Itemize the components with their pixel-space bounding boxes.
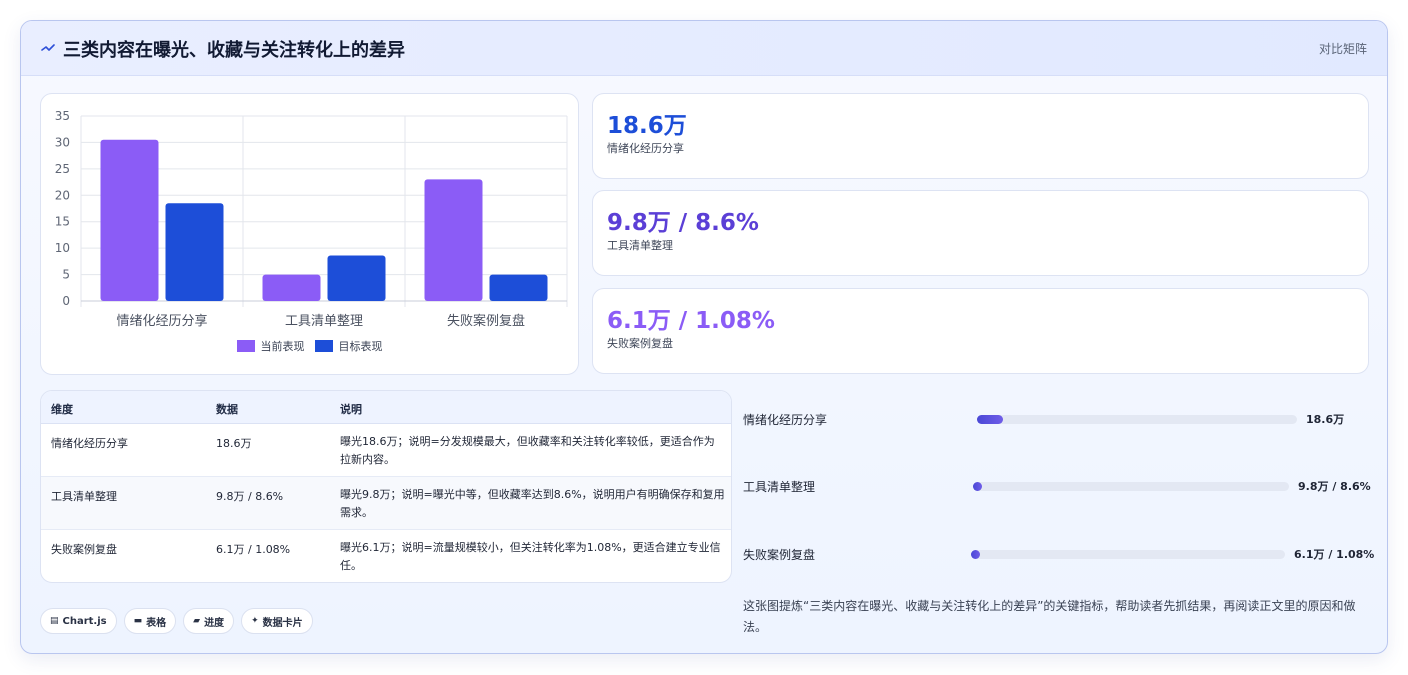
bar-target [489,274,548,301]
progress-value: 6.1万 / 1.08% [1294,548,1375,561]
progress-label: 失败案例复盘 [743,548,816,562]
bar-current [424,179,483,301]
stat-label: 失败案例复盘 [607,337,673,350]
progress-label: 工具清单整理 [743,480,816,494]
y-tick-label: 5 [62,268,70,282]
cell-note: 曝光9.8万；说明=曝光中等，但收藏率达到8.6%，说明用户有明确保存和复用需求… [340,488,725,519]
progress-track [971,550,1285,559]
chip-progress[interactable]: ▰ 进度 [183,608,235,634]
chip-chartjs[interactable]: ▤ Chart.js [40,608,117,634]
stat-value: 6.1万 / 1.08% [607,308,775,334]
stat-label: 工具清单整理 [607,239,673,252]
feature-chips: ▤ Chart.js ▬ 表格 ▰ 进度 ✦ 数据卡片 [40,608,313,634]
table-row: 情绪化经历分享 18.6万 曝光18.6万；说明=分发规模最大，但收藏率和关注转… [41,424,731,477]
cell-note: 曝光18.6万；说明=分发规模最大，但收藏率和关注转化率较低，更适合作为拉新内容… [340,435,715,466]
legend-item-current[interactable]: 当前表现 [236,338,305,354]
progress-fill [973,482,983,491]
y-tick-label: 10 [55,241,70,255]
comparison-card: 三类内容在曝光、收藏与关注转化上的差异 对比矩阵 0 5 10 15 20 25 30 35 情… [20,20,1388,654]
progress-value: 9.8万 / 8.6% [1298,480,1371,493]
stat-value: 9.8万 / 8.6% [607,210,759,236]
table-icon: ▬ [133,616,143,626]
progress-row-failure: 失败案例复盘 6.1万 / 1.08% [743,544,1374,564]
progress-fill [977,415,1003,424]
cell-data: 6.1万 / 1.08% [216,543,291,556]
x-tick-label: 情绪化经历分享 [116,313,207,329]
chip-data-card[interactable]: ✦ 数据卡片 [241,608,313,634]
chip-label: 进度 [204,617,225,629]
sparkle-icon: ✦ [251,616,259,626]
progress-value: 18.6万 [1306,413,1345,426]
sparkline-icon [41,44,55,51]
cell-dimension: 情绪化经历分享 [51,437,128,450]
bar-current [100,139,159,301]
progress-icon: ▰ [193,616,201,626]
description-text: 这张图提炼“三类内容在曝光、收藏与关注转化上的差异”的关键指标，帮助读者先抓结果… [743,599,1356,634]
bar-target [165,203,224,301]
progress-track [977,415,1297,424]
y-tick-label: 20 [55,188,70,202]
legend-label-current: 当前表现 [260,340,305,353]
bar-target [327,255,386,301]
y-tick-label: 35 [55,109,70,123]
x-tick-label: 工具清单整理 [285,314,363,329]
progress-fill [971,550,981,559]
legend-label-target: 目标表现 [338,340,383,353]
progress-label: 情绪化经历分享 [743,413,828,427]
legend-item-target[interactable]: 目标表现 [314,338,383,354]
col-header-dimension: 维度 [51,403,73,416]
matrix-label: 对比矩阵 [1318,42,1367,56]
cell-dimension: 工具清单整理 [51,490,117,503]
bar-current [262,274,321,301]
progress-track [973,482,1289,491]
col-header-data: 数据 [216,403,238,416]
y-tick-label: 25 [55,162,70,176]
x-tick-label: 失败案例复盘 [447,313,525,329]
chip-label: 数据卡片 [262,617,303,629]
y-tick-label: 0 [62,294,70,308]
legend-swatch-target [314,340,333,352]
chip-table[interactable]: ▬ 表格 [123,608,177,634]
card-title: 三类内容在曝光、收藏与关注转化上的差异 [63,40,405,61]
cell-data: 18.6万 [216,437,252,450]
bar-chart: 0 5 10 15 20 25 30 35 情绪化经历分享 工具清单整理 失败案例复盘 [55,109,568,329]
table-header: 维度 数据 说明 [41,391,731,424]
cell-note: 曝光6.1万；说明=流量规模较小，但关注转化率为1.08%，更适合建立专业信任。 [340,541,721,572]
table-row: 失败案例复盘 6.1万 / 1.08% 曝光6.1万；说明=流量规模较小，但关注… [41,530,731,582]
chip-label: 表格 [146,617,167,629]
cell-data: 9.8万 / 8.6% [216,490,284,503]
stat-card-emotional: 18.6万 情绪化经历分享 [592,93,1369,179]
cell-dimension: 失败案例复盘 [51,543,117,556]
chart-legend: 当前表现 目标表现 [41,338,578,354]
stat-card-tools: 9.8万 / 8.6% 工具清单整理 [592,190,1369,276]
y-tick-label: 30 [55,135,70,149]
legend-swatch-current [236,340,255,352]
col-header-note: 说明 [340,403,362,416]
y-tick-label: 15 [55,215,70,229]
bar-chart-panel: 0 5 10 15 20 25 30 35 情绪化经历分享 工具清单整理 失败案例复盘 当前表现 目… [40,93,579,375]
progress-row-emotional: 情绪化经历分享 18.6万 [743,409,1369,429]
chart-icon: ▤ [50,616,59,626]
chip-label: Chart.js [62,615,107,627]
stat-card-failure: 6.1万 / 1.08% 失败案例复盘 [592,288,1369,374]
stat-value: 18.6万 [607,113,687,139]
stat-label: 情绪化经历分享 [607,142,684,155]
table-row: 工具清单整理 9.8万 / 8.6% 曝光9.8万；说明=曝光中等，但收藏率达到… [41,477,731,530]
progress-row-tools: 工具清单整理 9.8万 / 8.6% [743,476,1371,496]
card-header: 三类内容在曝光、收藏与关注转化上的差异 对比矩阵 [21,21,1387,76]
data-table: 维度 数据 说明 情绪化经历分享 18.6万 曝光18.6万；说明=分发规模最大… [40,390,732,583]
